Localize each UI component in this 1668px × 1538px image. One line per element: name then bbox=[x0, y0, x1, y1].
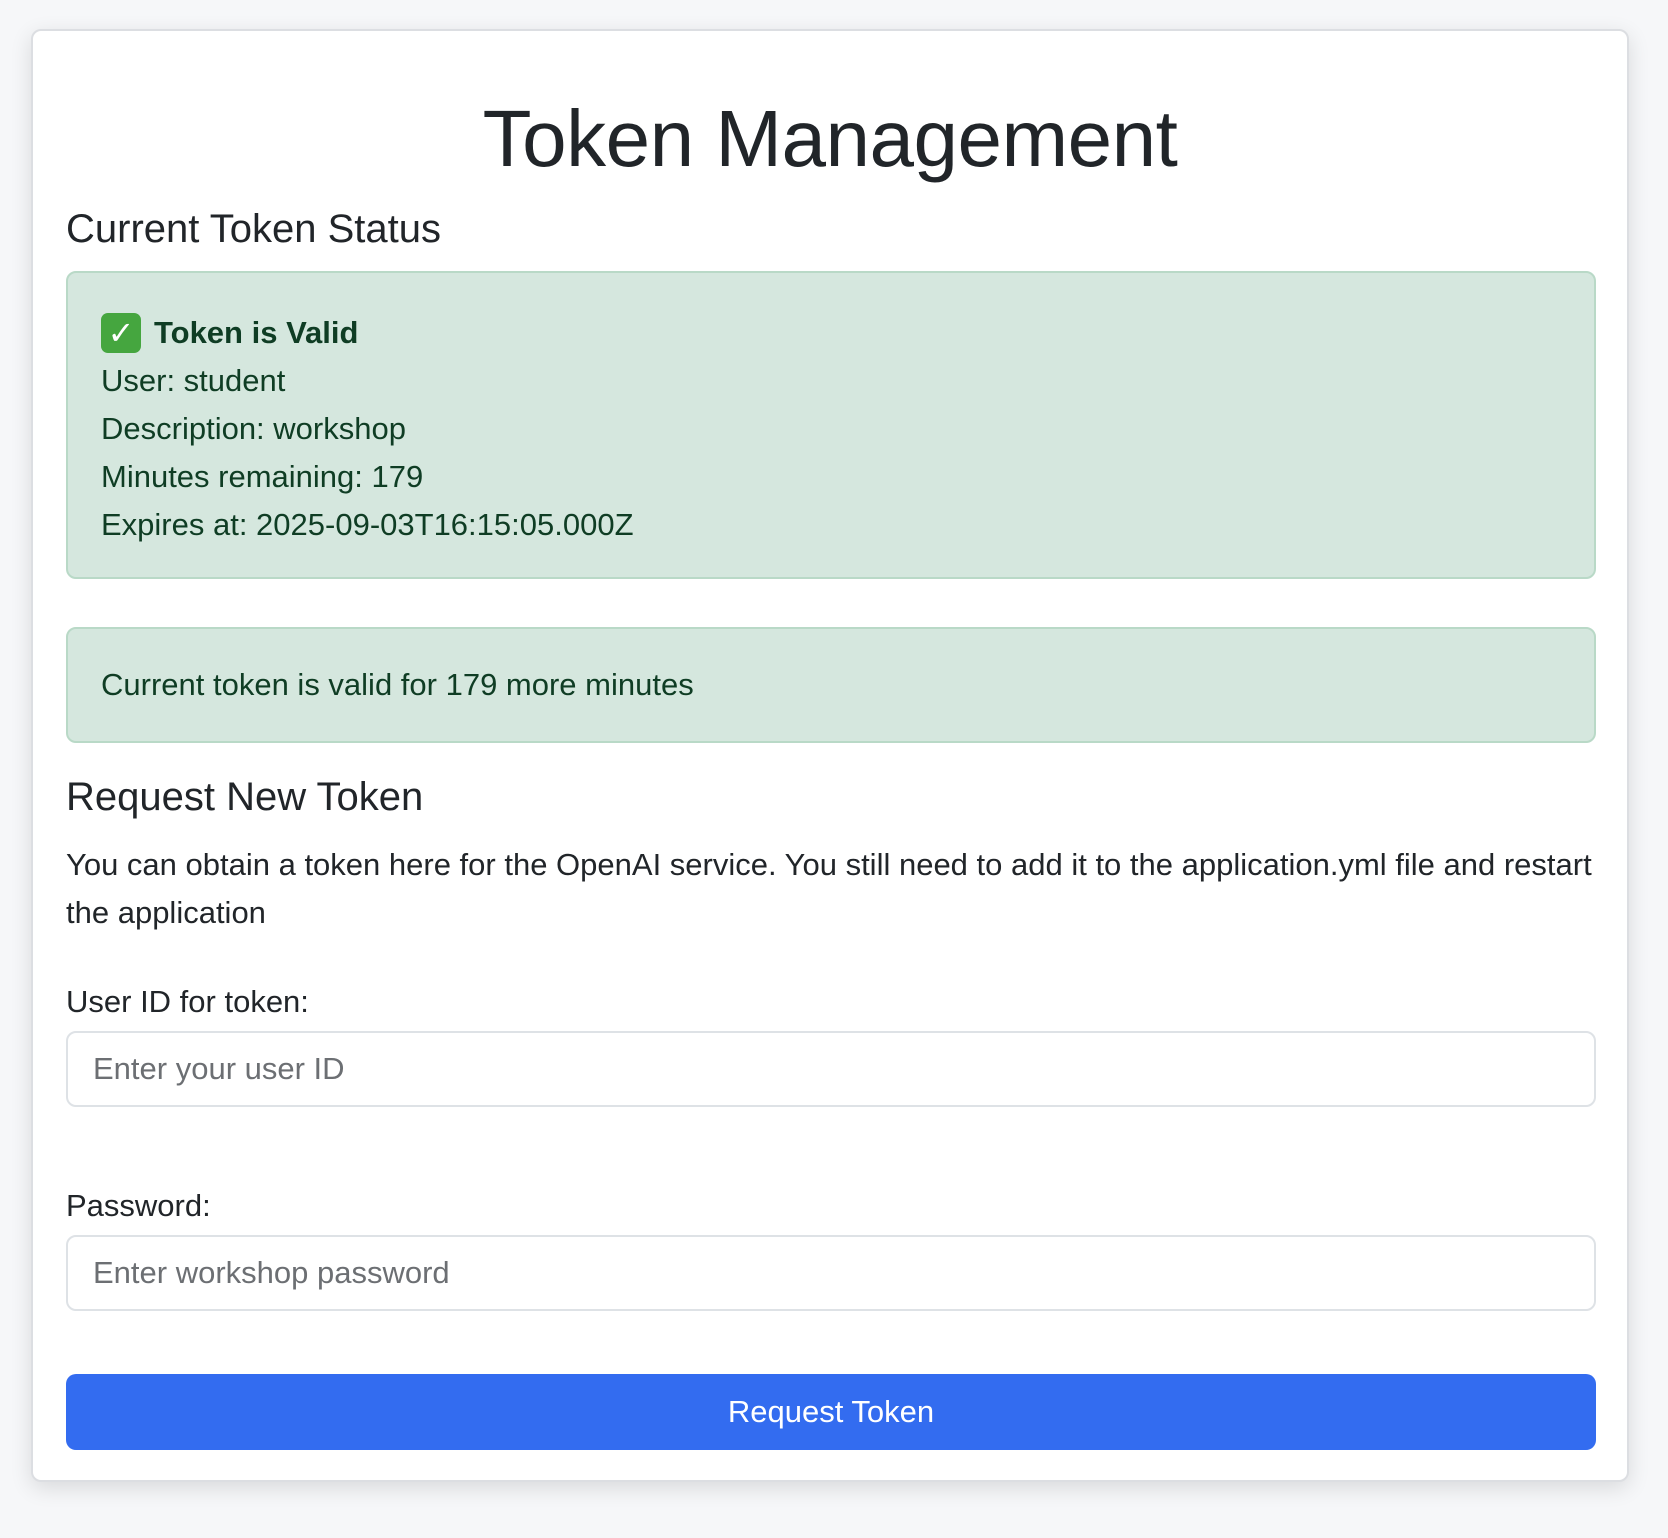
current-token-status-heading: Current Token Status bbox=[66, 207, 442, 251]
token-remaining-alert: Current token is valid for 179 more minu… bbox=[66, 627, 1596, 743]
page-title: Token Management bbox=[482, 94, 1178, 183]
token-status-alert: ✓ Token is Valid User: student Descripti… bbox=[66, 271, 1596, 579]
token-minutes-remaining: Minutes remaining: 179 bbox=[101, 459, 424, 494]
request-new-token-heading: Request New Token bbox=[66, 775, 424, 819]
token-management-card: Token Management Current Token Status ✓ … bbox=[31, 29, 1629, 1482]
token-valid-row: ✓ Token is Valid bbox=[101, 309, 1594, 357]
request-description: You can obtain a token here for the Open… bbox=[66, 847, 1592, 930]
request-token-button[interactable]: Request Token bbox=[66, 1374, 1596, 1450]
user-id-label: User ID for token: bbox=[66, 984, 309, 1019]
token-user: User: student bbox=[101, 363, 286, 398]
token-valid-label: Token is Valid bbox=[154, 315, 359, 350]
check-mark-icon: ✓ bbox=[101, 313, 141, 353]
user-id-input[interactable] bbox=[66, 1031, 1596, 1107]
token-expires-at: Expires at: 2025-09-03T16:15:05.000Z bbox=[101, 507, 634, 542]
password-label: Password: bbox=[66, 1188, 211, 1223]
token-description: Description: workshop bbox=[101, 411, 406, 446]
password-input[interactable] bbox=[66, 1235, 1596, 1311]
